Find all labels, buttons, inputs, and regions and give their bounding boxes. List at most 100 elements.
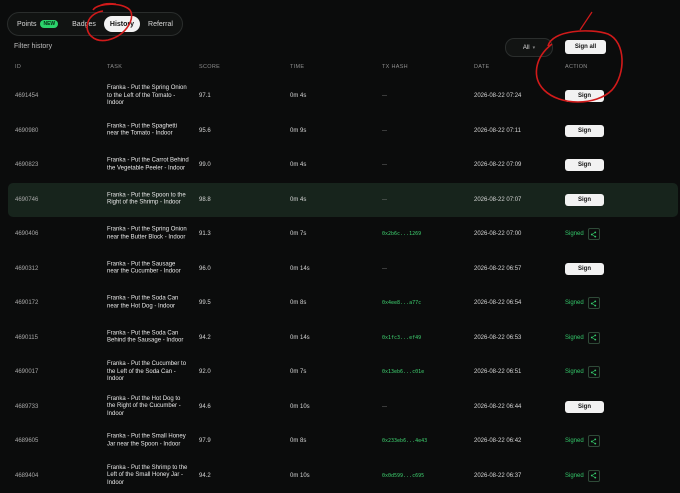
row-score: 99.5	[199, 300, 211, 306]
row-action: Sign	[565, 124, 604, 137]
sign-button[interactable]: Sign	[565, 90, 604, 102]
annotation-mark-action	[579, 11, 593, 31]
row-date: 2026-08-22 06:57	[474, 265, 522, 272]
row-action: Sign	[565, 90, 604, 102]
table-row[interactable]: 4689605 Franka - Put the Small Honey Jar …	[8, 424, 678, 458]
row-time: 0m 10s	[290, 403, 310, 410]
table-row[interactable]: 4690115 Franka - Put the Soda Can Behind …	[8, 321, 678, 355]
row-time: 0m 4s	[290, 162, 307, 168]
tab-label: Referral	[148, 20, 173, 28]
share-icon[interactable]	[587, 435, 600, 447]
table-row[interactable]: 4691454 Franka - Put the Spring Onion to …	[8, 79, 678, 113]
row-task: Franka - Put the Soda Can Behind the Sau…	[107, 330, 184, 344]
signed-status: Signed	[565, 472, 584, 479]
row-time: 0m 8s	[290, 438, 307, 444]
tab-referral[interactable]: Referral	[142, 16, 179, 32]
row-task: Franka - Put the Carrot Behind the Veget…	[107, 157, 189, 172]
row-tx-hash[interactable]: 0x2b6c...1269	[382, 231, 421, 237]
share-icon[interactable]	[587, 228, 600, 240]
row-task: Franka - Put the Soda Can near the Hot D…	[107, 295, 179, 310]
row-id: 4690312	[15, 265, 39, 272]
tab-points[interactable]: Points NEW	[11, 16, 64, 32]
row-action: Signed	[565, 469, 600, 482]
row-tx-hash: —	[382, 162, 387, 168]
share-icon[interactable]	[587, 297, 600, 309]
row-tx-hash[interactable]: 0x4ee8...a77c	[382, 300, 421, 306]
row-task: Franka - Put the Spaghetti near the Toma…	[107, 123, 178, 137]
row-time: 0m 9s	[290, 127, 307, 134]
signed-status: Signed	[565, 334, 584, 341]
row-action: Sign	[565, 262, 604, 275]
row-id: 4690823	[15, 162, 39, 168]
row-tx-hash: —	[382, 196, 387, 203]
tab-history[interactable]: History	[103, 16, 141, 32]
share-icon[interactable]	[587, 366, 600, 378]
row-date: 2026-08-22 07:24	[474, 93, 522, 99]
row-task: Franka - Put the Spring Onion to the Lef…	[107, 84, 187, 106]
row-date: 2026-08-22 06:37	[474, 472, 522, 479]
row-id: 4689605	[15, 438, 39, 444]
row-action: Sign	[565, 159, 604, 171]
row-task: Franka - Put the Spoon to the Right of t…	[107, 192, 186, 206]
row-tx-hash[interactable]: 0x1fc3...ef49	[382, 335, 421, 341]
row-time: 0m 4s	[290, 196, 307, 203]
signed-status: Signed	[565, 438, 584, 444]
row-id: 4690115	[15, 334, 38, 341]
row-task: Franka - Put the Cucumber to the Left of…	[107, 360, 187, 382]
row-time: 0m 14s	[290, 334, 310, 341]
row-tx-hash: —	[382, 403, 387, 410]
table-row[interactable]: 4690406 Franka - Put the Spring Onion nea…	[8, 217, 678, 251]
row-id: 4689404	[15, 472, 39, 479]
signed-status: Signed	[565, 300, 584, 306]
tab-bar: Points NEW Badges History Referral	[7, 12, 183, 36]
row-date: 2026-08-22 06:53	[474, 334, 522, 341]
table-row[interactable]: 4689733 Franka - Put the Hot Dog to the R…	[8, 390, 678, 424]
tab-badges[interactable]: Badges	[66, 16, 102, 32]
table-row[interactable]: 4690017 Franka - Put the Cucumber to the …	[8, 355, 678, 389]
row-time: 0m 4s	[290, 93, 307, 99]
sign-button[interactable]: Sign	[565, 400, 604, 413]
table-row[interactable]: 4690980 Franka - Put the Spaghetti near t…	[8, 114, 678, 148]
sign-button[interactable]: Sign	[565, 159, 604, 171]
col-time: TIME	[290, 64, 305, 70]
row-task: Franka - Put the Shrimp to the Left of t…	[107, 464, 188, 486]
tab-label: Badges	[72, 20, 96, 28]
chevron-down-icon: ▾	[532, 44, 536, 51]
row-tx-hash[interactable]: 0x233eb6...4e43	[382, 438, 427, 444]
row-score: 99.0	[199, 162, 211, 168]
row-id: 4691454	[15, 93, 39, 99]
table-row[interactable]: 4690312 Franka - Put the Sausage near the…	[8, 252, 678, 286]
row-action: Sign	[565, 193, 604, 206]
sign-button[interactable]: Sign	[565, 124, 604, 137]
signed-status: Signed	[565, 231, 584, 237]
row-id: 4690746	[15, 196, 39, 203]
table-row[interactable]: 4690823 Franka - Put the Carrot Behind th…	[8, 148, 678, 182]
row-score: 94.2	[199, 472, 211, 479]
table-header: ID TASK SCORE TIME TX HASH DATE ACTION	[0, 64, 680, 74]
row-tx-hash: —	[382, 265, 387, 272]
row-score: 91.3	[199, 231, 211, 237]
tab-label: Points	[17, 20, 37, 28]
filter-history-label: Filter history	[14, 43, 53, 50]
row-task: Franka - Put the Hot Dog to the Right of…	[107, 395, 181, 417]
row-time: 0m 7s	[290, 369, 307, 375]
filter-select[interactable]: All ▾	[505, 38, 553, 57]
table-row[interactable]: 4690172 Franka - Put the Soda Can near th…	[8, 286, 678, 320]
share-icon[interactable]	[587, 331, 600, 344]
row-score: 95.6	[199, 127, 211, 134]
sign-all-button[interactable]: Sign all	[565, 40, 606, 54]
sign-button[interactable]: Sign	[565, 193, 604, 206]
row-action: Signed	[565, 435, 600, 447]
row-task: Franka - Put the Spring Onion near the B…	[107, 226, 187, 241]
row-score: 94.2	[199, 334, 211, 341]
row-tx-hash[interactable]: 0x13eb6...c01e	[382, 369, 424, 375]
row-tx-hash[interactable]: 0x0d599...c695	[382, 473, 424, 479]
share-icon[interactable]	[587, 469, 600, 482]
sign-button[interactable]: Sign	[565, 262, 604, 275]
table-row[interactable]: 4690746 Franka - Put the Spoon to the Rig…	[8, 182, 678, 217]
row-action: Signed	[565, 331, 600, 344]
table-row[interactable]: 4689404 Franka - Put the Shrimp to the Le…	[8, 459, 678, 493]
row-time: 0m 8s	[290, 300, 307, 306]
row-date: 2026-08-22 07:00	[474, 231, 522, 237]
row-score: 97.9	[199, 438, 211, 444]
